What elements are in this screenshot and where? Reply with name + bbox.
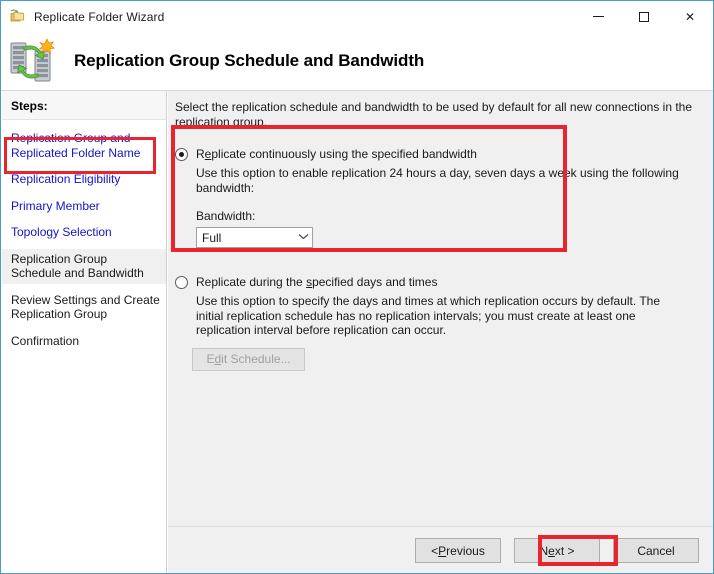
minimize-icon[interactable] (575, 1, 621, 32)
steps-sidebar: Steps: Replication Group and Replicated … (2, 91, 167, 573)
steps-heading: Steps: (2, 91, 166, 120)
option-continuous-block: Replicate continuously using the specifi… (168, 147, 713, 248)
window-controls: ✕ (575, 1, 713, 32)
chevron-down-icon (295, 233, 312, 242)
radio-scheduled[interactable] (175, 276, 188, 289)
folder-replicate-icon (10, 9, 26, 25)
dfs-replication-icon (8, 37, 60, 85)
replicate-folder-wizard-window: Replicate Folder Wizard ✕ Replication Gr… (0, 0, 714, 574)
main-content-panel: Select the replication schedule and band… (168, 91, 713, 526)
maximize-icon[interactable] (621, 1, 667, 32)
edit-schedule-button: Ed it Schedule... (192, 347, 305, 371)
radio-row-scheduled[interactable]: Replicate during the specified days and … (168, 275, 713, 289)
radio-continuous-label[interactable]: Replicate continuously using the specifi… (196, 147, 477, 161)
radio-row-continuous[interactable]: Replicate continuously using the specifi… (168, 147, 713, 161)
title-bar: Replicate Folder Wizard ✕ (1, 1, 713, 32)
page-header: Replication Group Schedule and Bandwidth (1, 32, 713, 91)
radio-continuous[interactable] (175, 148, 188, 161)
wizard-footer: < Previous Ne xt > Cancel (168, 526, 713, 573)
cancel-button[interactable]: Cancel (613, 538, 699, 563)
previous-button[interactable]: < Previous (415, 538, 501, 563)
window-title: Replicate Folder Wizard (34, 9, 165, 24)
bandwidth-dropdown-value: Full (202, 230, 222, 245)
sidebar-item-replication-eligibility[interactable]: Replication Eligibility (2, 169, 166, 190)
sidebar-item-primary-member[interactable]: Primary Member (2, 196, 166, 217)
sidebar-item-schedule-and-bandwidth[interactable]: Replication Group Schedule and Bandwidth (2, 248, 166, 284)
next-button[interactable]: Ne xt > (514, 538, 600, 563)
bandwidth-dropdown[interactable]: Full (196, 227, 313, 248)
close-icon[interactable]: ✕ (667, 1, 713, 32)
intro-text: Select the replication schedule and band… (175, 100, 693, 129)
page-title: Replication Group Schedule and Bandwidth (74, 51, 425, 70)
footer-buttons: < Previous Ne xt > Cancel (415, 538, 699, 563)
radio-scheduled-label[interactable]: Replicate during the specified days and … (196, 275, 437, 289)
sidebar-footer-spacer (2, 526, 167, 573)
option-continuous-description: Use this option to enable replication 24… (196, 166, 679, 195)
sidebar-item-replication-group-name[interactable]: Replication Group and Replicated Folder … (2, 128, 166, 163)
sidebar-item-confirmation: Confirmation (11, 333, 80, 348)
steps-list: Replication Group and Replicated Folder … (2, 120, 166, 351)
option-scheduled-description: Use this option to specify the days and … (196, 294, 661, 337)
sidebar-item-review-settings: Review Settings and Create Replication G… (11, 292, 160, 322)
bandwidth-label: Bandwidth: (196, 209, 256, 223)
sidebar-item-topology-selection[interactable]: Topology Selection (2, 222, 166, 243)
option-scheduled-block: Replicate during the specified days and … (168, 275, 713, 371)
